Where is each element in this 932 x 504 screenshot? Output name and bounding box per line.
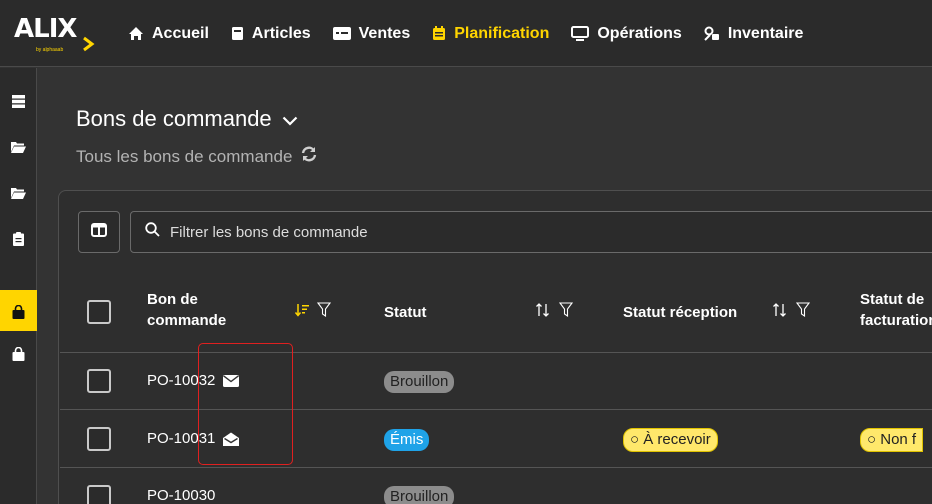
table-row[interactable]: PO-10030 Brouillon [60, 468, 932, 504]
filter-field[interactable] [130, 211, 932, 253]
nav-label: Articles [251, 24, 311, 42]
logo-text: ALIX [14, 14, 77, 44]
status-badge: Émis [384, 429, 430, 451]
column-tools [295, 302, 339, 317]
search-icon [145, 222, 160, 242]
reception-status-badge: ○ À recevoir [623, 428, 718, 452]
app-logo[interactable]: ALIX by alphaaab [14, 12, 95, 56]
sort-icon[interactable] [535, 302, 551, 317]
statut-cell: Brouillon [384, 371, 455, 393]
row-checkbox[interactable] [87, 485, 111, 504]
inventory-icon [704, 26, 720, 41]
left-sidebar [0, 68, 37, 504]
status-badge: Brouillon [384, 371, 455, 393]
page-title: Bons de commande [76, 106, 272, 131]
filter-icon[interactable] [317, 302, 331, 317]
clipboard-icon[interactable] [10, 230, 27, 247]
columns-icon [91, 222, 107, 242]
home-icon [128, 26, 144, 41]
statut-reception-cell: ○ À recevoir [623, 428, 718, 452]
nav-operations[interactable]: Opérations [571, 24, 682, 43]
nav-planification[interactable]: Planification [432, 25, 549, 43]
reception-status-label: À recevoir [643, 431, 711, 448]
row-checkbox[interactable] [87, 427, 111, 451]
nav-label: Inventaire [727, 24, 804, 42]
nav-label: Opérations [597, 24, 682, 42]
nav-articles[interactable]: Articles [231, 25, 311, 43]
table-header: Bon de commande Statut Statut réception … [60, 272, 932, 353]
calendar-icon [432, 26, 446, 41]
billing-status-badge: ○ Non f [860, 428, 924, 452]
list-icon[interactable] [10, 93, 27, 110]
po-cell: PO-10030 [147, 487, 215, 504]
logo-arrow-icon [83, 36, 95, 52]
column-tools [535, 302, 581, 317]
shopping-bag-icon[interactable] [10, 303, 27, 320]
book-icon [231, 26, 244, 41]
column-header-bon-de-commande[interactable]: Bon de commande [147, 289, 257, 331]
row-checkbox[interactable] [87, 369, 111, 393]
statut-facturation-cell: ○ Non f [860, 428, 924, 452]
column-tools [772, 302, 818, 317]
nav-inventaire[interactable]: Inventaire [704, 24, 804, 43]
page-subtitle: Tous les bons de commande [76, 146, 293, 166]
filter-icon[interactable] [796, 302, 810, 317]
folder-open-icon[interactable] [10, 184, 27, 201]
logo-subtitle: by alphaaab [36, 47, 64, 53]
table-row[interactable]: PO-10032 Brouillon [60, 353, 932, 410]
monitor-icon [571, 26, 590, 41]
shopping-bag-icon[interactable] [10, 345, 27, 362]
view-subtitle: Tous les bons de commande [76, 146, 318, 167]
table-row[interactable]: PO-10031 Émis ○ À recevoir ○ Non f [60, 410, 932, 468]
refresh-icon[interactable] [300, 146, 318, 167]
nav-label: Ventes [358, 24, 411, 42]
column-header-statut[interactable]: Statut [384, 302, 427, 323]
main-nav: Accueil Articles Ventes Planification Op… [128, 0, 825, 67]
status-badge: Brouillon [384, 486, 455, 504]
chevron-down-icon [282, 106, 298, 132]
filter-icon[interactable] [559, 302, 573, 317]
nav-ventes[interactable]: Ventes [332, 24, 411, 43]
select-all-checkbox[interactable] [87, 300, 111, 324]
nav-label: Accueil [152, 24, 209, 42]
billing-status-label: Non f [880, 431, 917, 448]
nav-label: Planification [454, 24, 550, 42]
column-toggle-button[interactable] [78, 211, 120, 253]
sort-icon[interactable] [772, 302, 788, 317]
highlight-box [198, 343, 293, 465]
column-header-statut-facturation[interactable]: Statut de facturation [860, 289, 932, 333]
sort-descending-icon[interactable] [295, 303, 309, 317]
column-header-statut-reception[interactable]: Statut réception [623, 302, 737, 323]
statut-cell: Émis [384, 429, 430, 451]
top-navigation-bar: ALIX by alphaaab Accueil Articles Ventes… [0, 0, 932, 67]
page-title-dropdown[interactable]: Bons de commande [76, 106, 298, 132]
po-number[interactable]: PO-10030 [147, 487, 215, 504]
statut-cell: Brouillon [384, 486, 455, 504]
nav-accueil[interactable]: Accueil [128, 25, 209, 43]
folder-open-icon[interactable] [10, 138, 27, 155]
sales-icon [332, 27, 351, 40]
filter-input[interactable] [170, 223, 870, 241]
